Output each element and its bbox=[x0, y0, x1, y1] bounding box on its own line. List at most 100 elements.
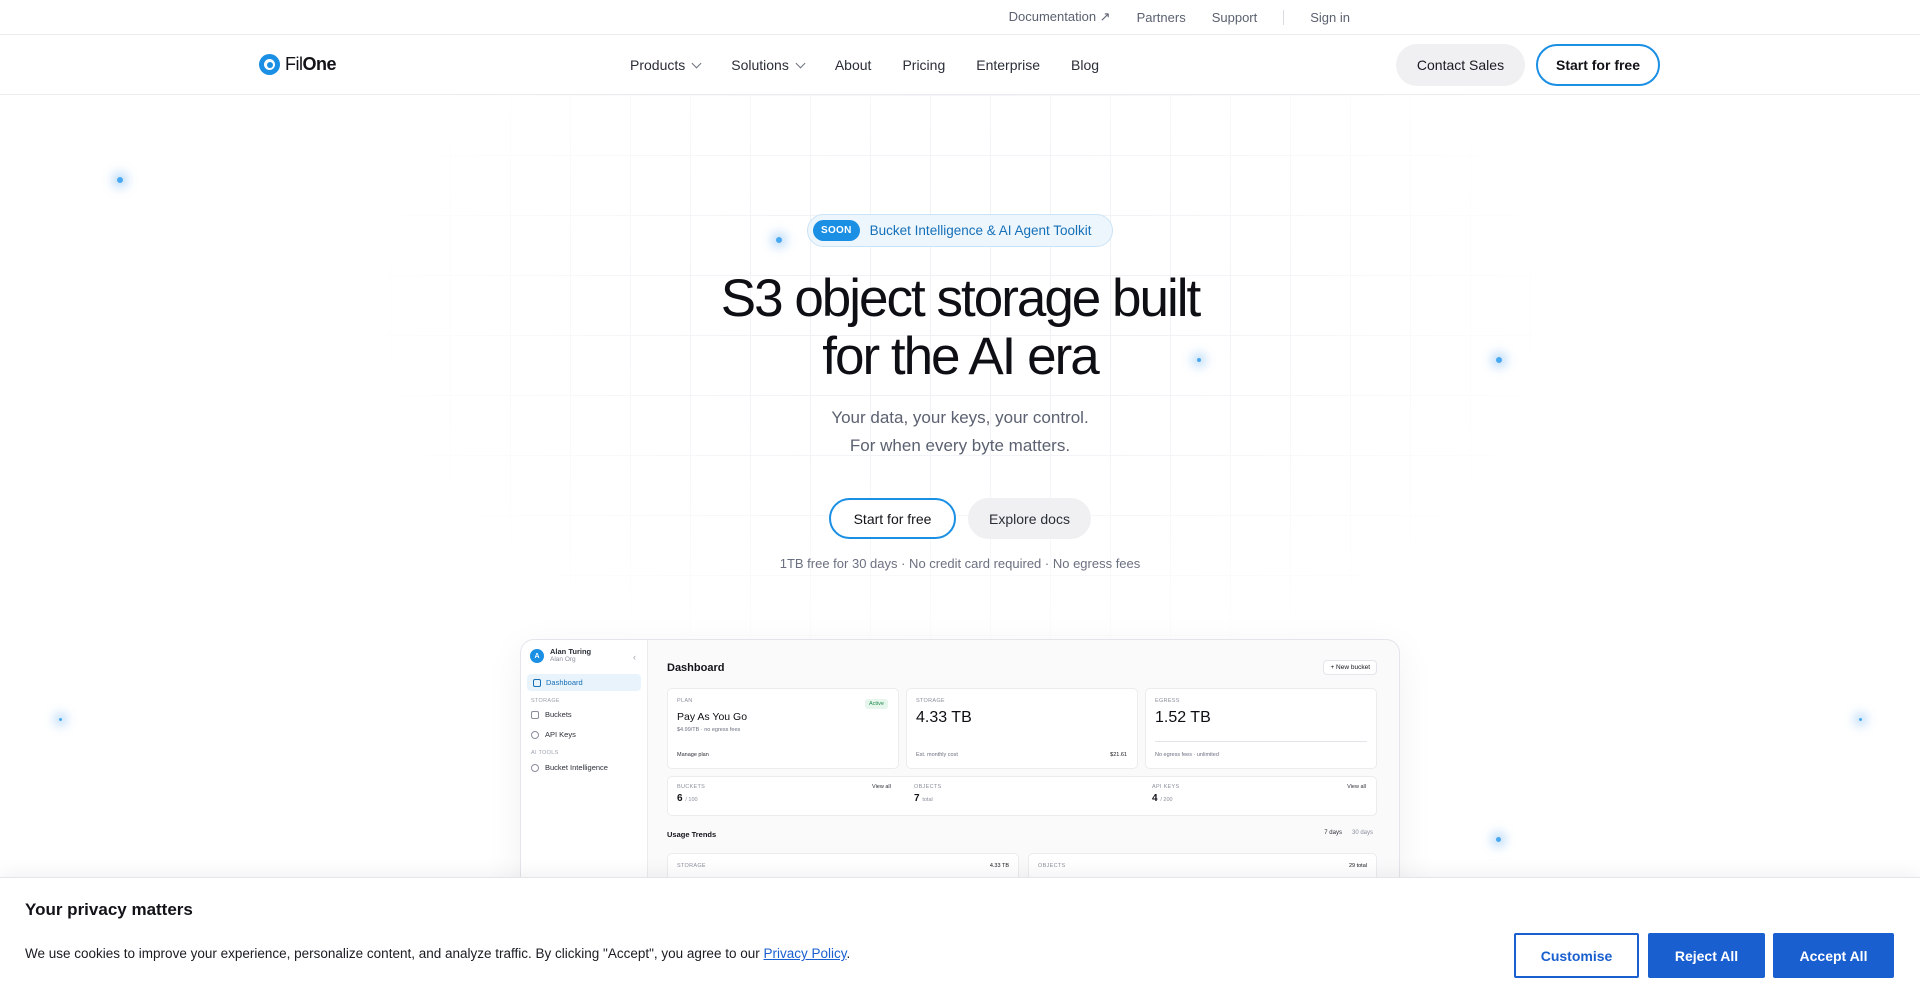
support-link[interactable]: Support bbox=[1212, 10, 1258, 25]
sidebar-item-label: Bucket Intelligence bbox=[545, 763, 608, 772]
buckets-value: 6 bbox=[677, 793, 683, 804]
soon-tag: SOON bbox=[813, 220, 860, 241]
dashboard-title: Dashboard bbox=[667, 662, 725, 674]
nav-enterprise[interactable]: Enterprise bbox=[976, 57, 1040, 73]
chevron-down-icon bbox=[691, 58, 702, 68]
glow-dot bbox=[1496, 357, 1502, 363]
cookie-end: . bbox=[846, 946, 851, 961]
est-cost-value: $21.61 bbox=[1110, 752, 1127, 758]
privacy-policy-link[interactable]: Privacy Policy bbox=[763, 946, 846, 961]
egress-note: No egress fees · unlimited bbox=[1155, 752, 1219, 758]
sidebar-item-buckets: Buckets bbox=[531, 710, 572, 719]
nav-solutions-label: Solutions bbox=[731, 57, 789, 73]
api-keys-count: 4 / 200 bbox=[1152, 793, 1173, 804]
plan-detail: $4.99/TB · no egress fees bbox=[677, 727, 741, 733]
plan-label: PLAN bbox=[677, 698, 693, 704]
nav-products[interactable]: Products bbox=[630, 57, 702, 73]
partners-link[interactable]: Partners bbox=[1137, 10, 1186, 25]
glow-dot bbox=[117, 177, 123, 183]
avatar: A bbox=[530, 649, 544, 663]
nav-pricing[interactable]: Pricing bbox=[902, 57, 945, 73]
trend-objects-label: OBJECTS bbox=[1038, 863, 1066, 869]
intelligence-icon bbox=[531, 763, 539, 772]
storage-value: 4.33 TB bbox=[916, 709, 972, 726]
nav-solutions[interactable]: Solutions bbox=[731, 57, 806, 73]
hero-note: 1TB free for 30 days · No credit card re… bbox=[779, 556, 1141, 571]
range-7-days: 7 days bbox=[1324, 830, 1342, 836]
hero-subtitle: Your data, your keys, your control. For … bbox=[660, 404, 1260, 460]
sign-in-link[interactable]: Sign in bbox=[1310, 10, 1350, 25]
api-keys-label: API KEYS bbox=[1152, 784, 1180, 790]
nav-blog[interactable]: Blog bbox=[1071, 57, 1099, 73]
sidebar-section-storage: STORAGE bbox=[531, 698, 560, 704]
announcement-badge[interactable]: SOON Bucket Intelligence & AI Agent Tool… bbox=[807, 214, 1113, 247]
reject-all-button[interactable]: Reject All bbox=[1648, 933, 1765, 978]
objects-count: 7 total bbox=[914, 793, 933, 804]
collapse-icon: ‹ bbox=[633, 652, 636, 662]
trend-storage-value: 4.33 TB bbox=[989, 863, 1009, 869]
utility-bar: Documentation ↗ Partners Support Sign in bbox=[0, 0, 1920, 35]
user-profile: A Alan Turing Alan Org bbox=[530, 648, 591, 664]
stats-row: BUCKETS 6 / 100 View all OBJECTS 7 total… bbox=[667, 776, 1377, 816]
objects-value: 7 bbox=[914, 793, 920, 804]
cookie-banner: Your privacy matters We use cookies to i… bbox=[0, 877, 1920, 993]
nav-products-label: Products bbox=[630, 57, 686, 73]
logo-text-fil: Fil bbox=[285, 54, 303, 74]
explore-docs-button[interactable]: Explore docs bbox=[968, 498, 1091, 539]
plan-card: PLAN Active Pay As You Go $4.99/TB · no … bbox=[667, 688, 899, 769]
hero-subtitle-line1: Your data, your keys, your control. bbox=[831, 408, 1089, 427]
objects-note: total bbox=[922, 797, 933, 803]
logo-text-one: One bbox=[302, 54, 337, 74]
usage-trends-title: Usage Trends bbox=[667, 830, 717, 839]
buckets-count: 6 / 100 bbox=[677, 793, 698, 804]
documentation-link[interactable]: Documentation ↗ bbox=[1009, 9, 1111, 25]
egress-label: EGRESS bbox=[1155, 698, 1180, 704]
api-keys-value: 4 bbox=[1152, 793, 1158, 804]
chevron-down-icon bbox=[795, 58, 806, 68]
nav-about[interactable]: About bbox=[835, 57, 872, 73]
sidebar-item-api-keys: API Keys bbox=[531, 730, 576, 739]
utility-divider bbox=[1283, 9, 1285, 25]
sidebar-item-dashboard: Dashboard bbox=[527, 674, 641, 691]
egress-bar bbox=[1155, 741, 1367, 742]
usage-range-tabs: 7 days 30 days bbox=[1324, 830, 1373, 836]
api-keys-limit: / 200 bbox=[1160, 797, 1173, 803]
primary-nav: Products Solutions About Pricing Enterpr… bbox=[630, 35, 1130, 95]
hero-title-line2: for the AI era bbox=[822, 327, 1099, 386]
api-keys-view-all: View all bbox=[1347, 784, 1366, 790]
customise-button[interactable]: Customise bbox=[1514, 933, 1639, 978]
manage-plan-link: Manage plan bbox=[677, 752, 709, 758]
badge-text: Bucket Intelligence & AI Agent Toolkit bbox=[869, 223, 1092, 238]
storage-card: STORAGE 4.33 TB Est. monthly cost $21.61 bbox=[906, 688, 1138, 769]
logo-icon bbox=[259, 54, 280, 75]
cookie-body: We use cookies to improve your experienc… bbox=[25, 946, 764, 961]
start-free-hero-button[interactable]: Start for free bbox=[829, 498, 956, 539]
range-30-days: 30 days bbox=[1351, 830, 1373, 836]
grid-icon bbox=[533, 678, 541, 687]
contact-sales-button[interactable]: Contact Sales bbox=[1396, 44, 1525, 86]
start-free-nav-button[interactable]: Start for free bbox=[1536, 44, 1660, 86]
plan-name: Pay As You Go bbox=[677, 711, 748, 723]
sidebar-item-bucket-intelligence: Bucket Intelligence bbox=[531, 763, 608, 772]
sidebar-item-label: API Keys bbox=[545, 730, 576, 739]
hero-title-line1: S3 object storage built bbox=[720, 269, 1201, 328]
key-icon bbox=[531, 730, 539, 739]
cookie-title: Your privacy matters bbox=[25, 900, 193, 919]
filone-logo[interactable]: FilOne bbox=[259, 54, 337, 75]
buckets-label: BUCKETS bbox=[677, 784, 706, 790]
hero-title: S3 object storage built for the AI era bbox=[560, 270, 1360, 386]
est-cost-label: Est. monthly cost bbox=[916, 752, 958, 758]
buckets-limit: / 100 bbox=[685, 797, 698, 803]
trend-objects-value: 29 total bbox=[1348, 863, 1367, 869]
accept-all-button[interactable]: Accept All bbox=[1773, 933, 1894, 978]
egress-card: EGRESS 1.52 TB No egress fees · unlimite… bbox=[1145, 688, 1377, 769]
sidebar-item-label: Dashboard bbox=[546, 678, 583, 687]
sidebar-section-ai-tools: AI TOOLS bbox=[531, 750, 559, 756]
bucket-icon bbox=[531, 710, 539, 719]
buckets-view-all: View all bbox=[872, 784, 891, 790]
hero-subtitle-line2: For when every byte matters. bbox=[849, 436, 1071, 455]
trend-storage-label: STORAGE bbox=[677, 863, 706, 869]
egress-value: 1.52 TB bbox=[1155, 709, 1211, 726]
glow-dot bbox=[59, 718, 62, 721]
objects-label: OBJECTS bbox=[914, 784, 942, 790]
